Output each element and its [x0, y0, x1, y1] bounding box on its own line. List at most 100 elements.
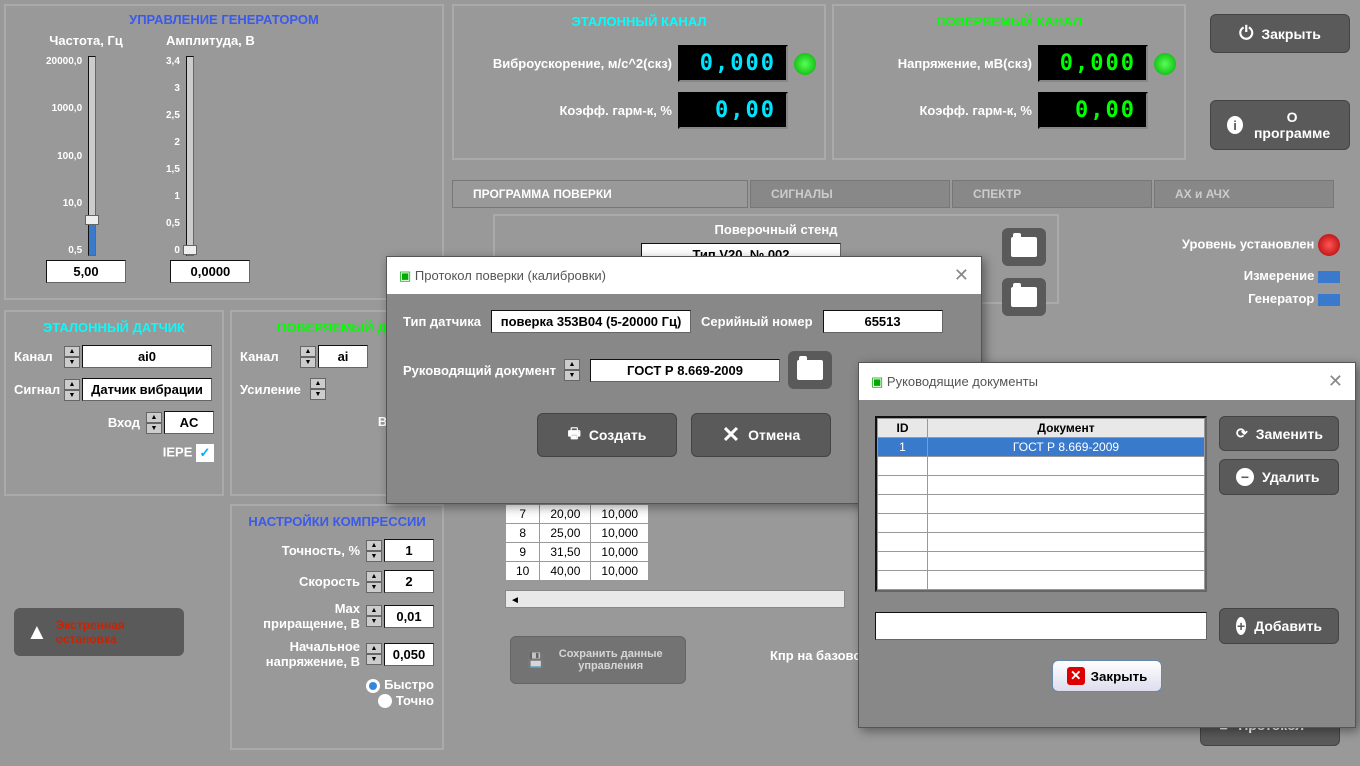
- speed-spinner[interactable]: ▲▼2: [366, 570, 434, 593]
- ref-thd-value: 0,00: [678, 92, 788, 129]
- plus-icon: +: [1236, 617, 1246, 635]
- tab-ax[interactable]: АХ и АЧХ: [1154, 180, 1334, 208]
- cancel-button[interactable]: ✕ Отмена: [691, 413, 831, 457]
- level-set-label: Уровень установлен: [1182, 236, 1315, 251]
- documents-dialog: ▣ Руководящие документы ✕ IDДокумент 1ГО…: [858, 362, 1356, 728]
- volt-label: Напряжение, мВ(скз): [842, 56, 1032, 71]
- documents-table[interactable]: IDДокумент 1ГОСТ Р 8.669-2009: [877, 418, 1205, 590]
- test-gain-spinner[interactable]: ▲▼: [310, 378, 328, 400]
- table-row: 1ГОСТ Р 8.669-2009: [878, 438, 1205, 457]
- ref-led: [794, 53, 816, 75]
- save-data-button[interactable]: 💾 Сохранить данные управления: [510, 636, 686, 684]
- ref-channel-title: ЭТАЛОННЫЙ КАНАЛ: [462, 14, 816, 29]
- kpr-label: Кпр на базово: [770, 648, 861, 663]
- protocol-close-icon[interactable]: ✕: [954, 265, 969, 286]
- compression-title: НАСТРОЙКИ КОМПРЕССИИ: [240, 514, 434, 529]
- emergency-stop-button[interactable]: ▲ Экстренная остановка: [14, 608, 184, 656]
- measurement-indicator: [1318, 271, 1340, 283]
- create-button[interactable]: 🖶 Создать: [537, 413, 677, 457]
- test-channel-title: ПОВЕРЯЕМЫЙ КАНАЛ: [842, 14, 1176, 29]
- test-led: [1154, 53, 1176, 75]
- print-icon: 🖶: [568, 423, 581, 447]
- generator-title: УПРАВЛЕНИЕ ГЕНЕРАТОРОМ: [6, 6, 442, 33]
- tab-program[interactable]: ПРОГРАММА ПОВЕРКИ: [452, 180, 748, 208]
- test-thd-value: 0,00: [1038, 92, 1148, 129]
- minus-icon: −: [1236, 468, 1254, 486]
- accuracy-spinner[interactable]: ▲▼1: [366, 539, 434, 562]
- sensor-type-field[interactable]: поверка 353B04 (5-20000 Гц): [491, 310, 691, 333]
- ref-accel-value: 0,000: [678, 45, 788, 82]
- table-row: [878, 457, 1205, 476]
- ref-input-spinner[interactable]: ▲▼AC: [146, 411, 214, 434]
- ref-channel-panel: ЭТАЛОННЫЙ КАНАЛ Виброускорение, м/с^2(ск…: [452, 4, 826, 160]
- x-icon: ✕: [1067, 667, 1085, 685]
- ref-thd-label: Коэфф. гарм-к, %: [462, 103, 672, 118]
- power-icon: ⏻: [1239, 23, 1253, 44]
- document-name-field[interactable]: [875, 612, 1207, 640]
- documents-close-icon[interactable]: ✕: [1328, 371, 1343, 392]
- serial-field[interactable]: 65513: [823, 310, 943, 333]
- doc-spinner[interactable]: ▲▼: [564, 359, 582, 381]
- table-row: [878, 571, 1205, 590]
- ref-channel-spinner[interactable]: ▲▼ai0: [64, 345, 212, 368]
- folder-icon: [1011, 287, 1037, 307]
- freq-slider[interactable]: [88, 56, 96, 256]
- tab-signals[interactable]: СИГНАЛЫ: [750, 180, 950, 208]
- table-row: 720,0010,000: [506, 505, 649, 524]
- max-incr-spinner[interactable]: ▲▼0,01: [366, 605, 434, 628]
- table-row: [878, 476, 1205, 495]
- documents-dialog-title: Руководящие документы: [887, 374, 1038, 389]
- table-row: 1040,0010,000: [506, 562, 649, 581]
- test-volt-value: 0,000: [1038, 45, 1148, 82]
- level-led: [1318, 234, 1340, 256]
- ref-sensor-panel: ЭТАЛОННЫЙ ДАТЧИК Канал▲▼ai0 Сигнал▲▼Датч…: [4, 310, 224, 496]
- accel-label: Виброускорение, м/с^2(скз): [462, 56, 672, 71]
- test-channel-panel: ПОВЕРЯЕМЫЙ КАНАЛ Напряжение, мВ(скз) 0,0…: [832, 4, 1186, 160]
- close-button[interactable]: ⏻ Закрыть: [1210, 14, 1350, 53]
- tab-bar: ПРОГРАММА ПОВЕРКИ СИГНАЛЫ СПЕКТР АХ и АЧ…: [452, 180, 1336, 208]
- stand-folder1-button[interactable]: [1002, 228, 1046, 266]
- freq-table: 720,0010,000 825,0010,000 931,5010,000 1…: [505, 504, 649, 581]
- freq-value[interactable]: 5,00: [46, 260, 126, 283]
- folder-icon: [797, 360, 823, 380]
- stand-folder2-button[interactable]: [1002, 278, 1046, 316]
- protocol-dialog-title: Протокол поверки (калибровки): [415, 268, 606, 283]
- folder-icon: [1011, 237, 1037, 257]
- info-icon: i: [1227, 116, 1243, 134]
- doc-field[interactable]: ГОСТ Р 8.669-2009: [590, 359, 780, 382]
- ref-sensor-title: ЭТАЛОННЫЙ ДАТЧИК: [14, 320, 214, 335]
- ref-signal-spinner[interactable]: ▲▼Датчик вибрации: [64, 378, 212, 401]
- generator-indicator: [1318, 294, 1340, 306]
- table-row: [878, 495, 1205, 514]
- doc-folder-button[interactable]: [788, 351, 832, 389]
- table-scrollbar[interactable]: ◄: [505, 590, 845, 608]
- documents-close-button[interactable]: ✕ Закрыть: [1052, 660, 1163, 692]
- amp-label: Амплитуда, В: [166, 33, 255, 48]
- test-thd-label: Коэфф. гарм-к, %: [842, 103, 1032, 118]
- measurement-label: Измерение: [1244, 268, 1315, 283]
- freq-label: Частота, Гц: [46, 33, 126, 48]
- table-row: 931,5010,000: [506, 543, 649, 562]
- refresh-icon: ⟳: [1236, 425, 1248, 442]
- iepe-checkbox[interactable]: ✓: [196, 444, 214, 462]
- stand-title: Поверочный стенд: [501, 222, 1051, 237]
- close-icon: ✕: [722, 422, 740, 448]
- warning-icon: ▲: [26, 619, 48, 645]
- table-row: [878, 514, 1205, 533]
- table-row: 825,0010,000: [506, 524, 649, 543]
- generator-status-label: Генератор: [1248, 291, 1314, 306]
- about-button[interactable]: i О программе: [1210, 100, 1350, 150]
- radio-fast[interactable]: Быстро: [240, 677, 434, 693]
- replace-button[interactable]: ⟳ Заменить: [1219, 416, 1339, 451]
- add-button[interactable]: + Добавить: [1219, 608, 1339, 644]
- radio-precise[interactable]: Точно: [240, 693, 434, 709]
- amp-slider[interactable]: [186, 56, 194, 256]
- amp-value[interactable]: 0,0000: [170, 260, 250, 283]
- generator-panel: УПРАВЛЕНИЕ ГЕНЕРАТОРОМ Частота, Гц 20000…: [4, 4, 444, 300]
- table-row: [878, 533, 1205, 552]
- tab-spectrum[interactable]: СПЕКТР: [952, 180, 1152, 208]
- delete-button[interactable]: − Удалить: [1219, 459, 1339, 495]
- table-row: [878, 552, 1205, 571]
- init-volt-spinner[interactable]: ▲▼0,050: [366, 643, 434, 666]
- test-channel-spinner[interactable]: ▲▼ai: [300, 345, 368, 368]
